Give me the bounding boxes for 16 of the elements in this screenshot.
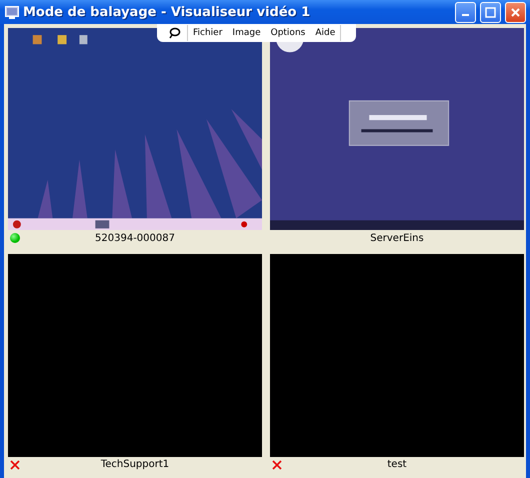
close-button[interactable] <box>505 2 526 22</box>
menu-item[interactable]: Fichier <box>188 28 228 38</box>
minimize-button[interactable] <box>455 2 476 22</box>
menu-item[interactable]: Image <box>227 28 266 38</box>
maximize-icon <box>485 6 496 18</box>
monitor-icon <box>5 6 19 18</box>
tile-label: ServerEins <box>369 232 425 244</box>
menu-item[interactable]: Aide <box>310 28 340 38</box>
minimize-icon <box>462 14 469 16</box>
tile-label: TechSupport1 <box>100 459 170 470</box>
tile-label: 520394-000087 <box>94 232 176 244</box>
window-title: Mode de balayage - Visualiseur vidéo 1 <box>23 4 312 20</box>
maximize-button[interactable] <box>480 2 501 22</box>
tile-label: test <box>386 459 408 470</box>
close-icon <box>510 6 521 18</box>
menu-item[interactable]: Options <box>266 28 310 38</box>
